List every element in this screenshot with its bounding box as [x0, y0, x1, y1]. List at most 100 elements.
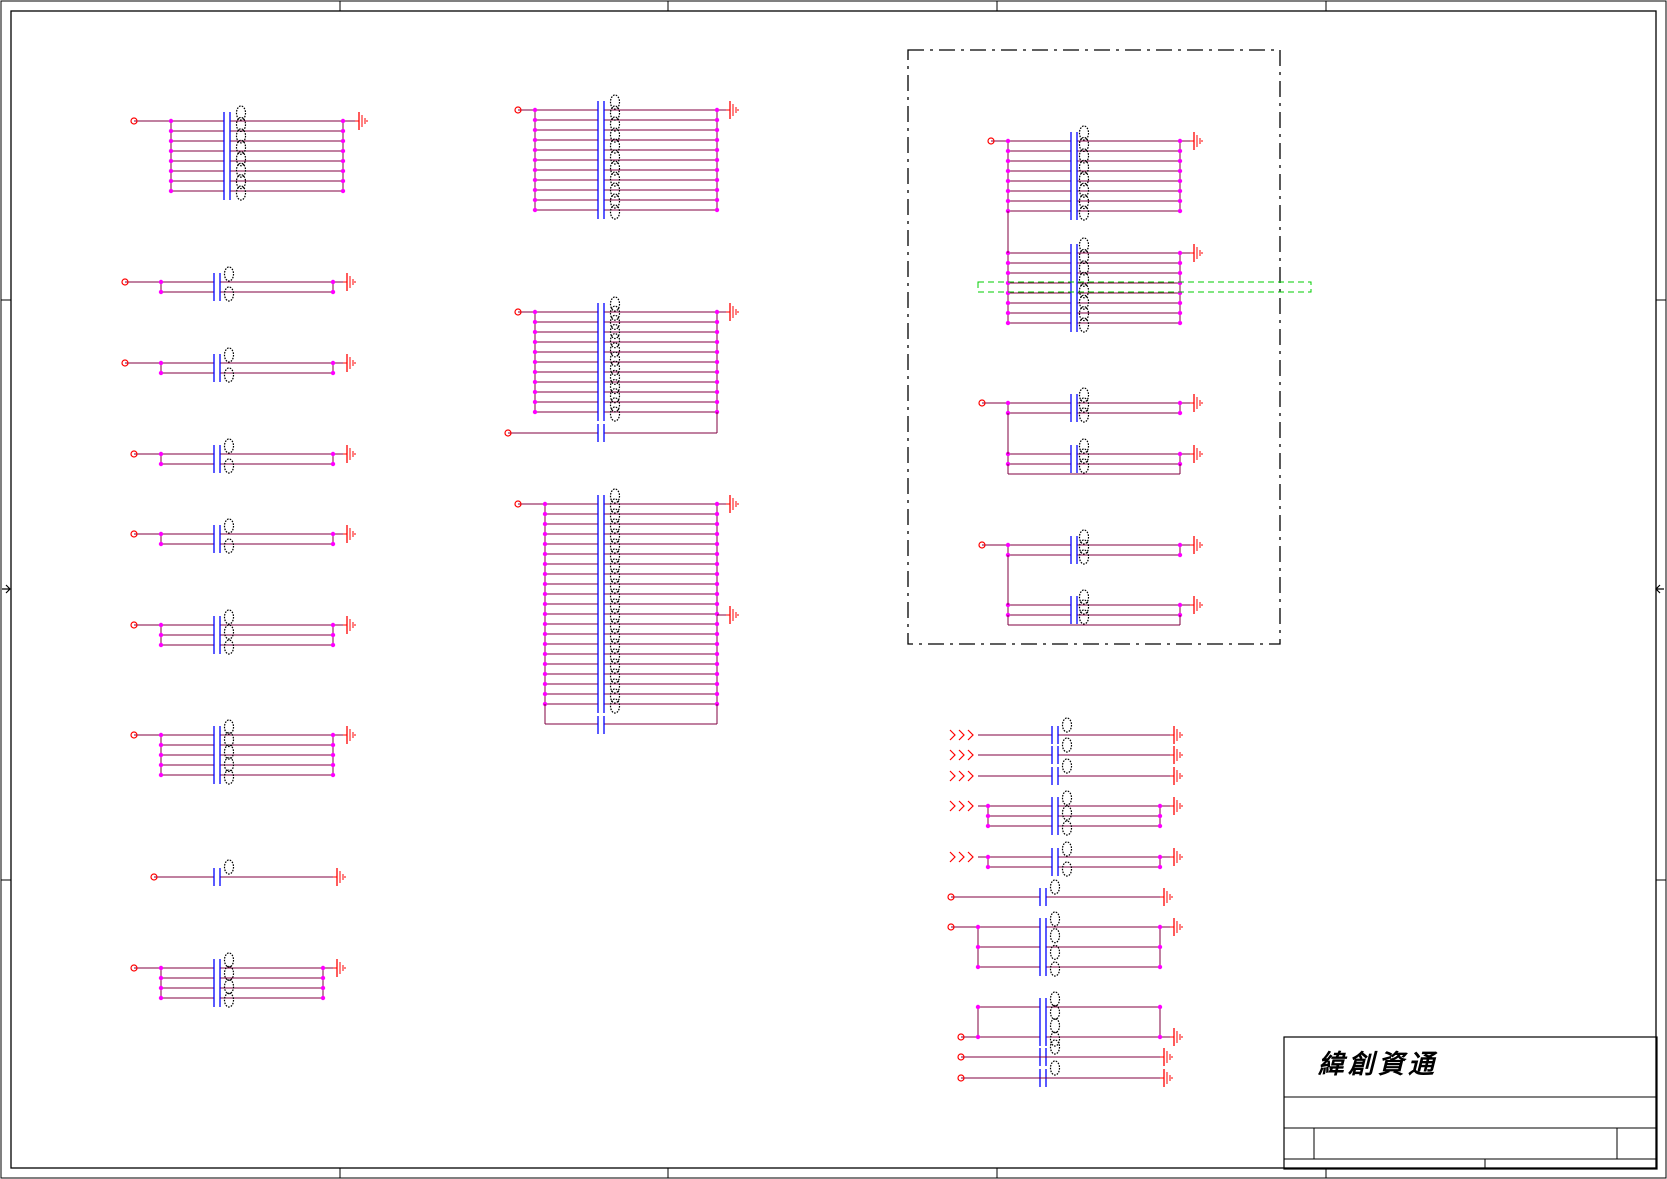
- capacitor-bank[interactable]: [949, 841, 1183, 877]
- junction-dot: [330, 642, 336, 648]
- capacitor-bank[interactable]: [957, 1039, 1173, 1066]
- offpage-connector-icon[interactable]: [949, 729, 974, 741]
- ground-icon: [726, 101, 739, 119]
- capacitor-bank[interactable]: [947, 911, 1183, 977]
- junction-dot: [542, 591, 548, 597]
- capacitor-bank[interactable]: [514, 94, 739, 220]
- junction-dot: [340, 158, 346, 164]
- junction-dot: [158, 772, 164, 778]
- junction-dot: [168, 188, 174, 194]
- junction-dot: [1157, 854, 1163, 860]
- capacitor-bank[interactable]: [130, 105, 368, 201]
- junction-dot: [330, 622, 336, 628]
- junction-dot: [532, 167, 538, 173]
- capacitor-bank[interactable]: [504, 296, 739, 442]
- capacitor-bank[interactable]: [987, 125, 1203, 221]
- junction-dot: [1005, 198, 1011, 204]
- junction-dot: [158, 752, 164, 758]
- offpage-connector-icon[interactable]: [949, 851, 974, 863]
- junction-dot: [714, 621, 720, 627]
- junction-dot: [158, 461, 164, 467]
- part-label: [1049, 991, 1061, 1007]
- capacitor-bank[interactable]: [121, 266, 356, 302]
- capacitor-bank[interactable]: [1005, 555, 1203, 626]
- ground-icon: [1190, 596, 1203, 614]
- junction-dot: [714, 319, 720, 325]
- junction-dot: [330, 289, 336, 295]
- ground-icon: [726, 495, 739, 513]
- title-block: 緯創資通: [1283, 1036, 1658, 1170]
- junction-dot: [1005, 300, 1011, 306]
- part-label: [609, 698, 621, 714]
- capacitor-bank[interactable]: [949, 737, 1183, 764]
- capacitor-bank[interactable]: [978, 387, 1203, 423]
- junction-dot: [1177, 410, 1183, 416]
- capacitor-bank[interactable]: [130, 518, 356, 554]
- ground-icon: [333, 959, 346, 977]
- junction-dot: [714, 309, 720, 315]
- capacitor-bank[interactable]: [121, 347, 356, 383]
- part-label: [223, 286, 235, 302]
- ground-icon: [343, 525, 356, 543]
- junction-dot: [975, 964, 981, 970]
- capacitor-bank[interactable]: [130, 719, 356, 785]
- junction-dot: [168, 178, 174, 184]
- junction-dot: [340, 178, 346, 184]
- capacitor-bank[interactable]: [947, 879, 1173, 906]
- capacitor-bank[interactable]: [957, 1060, 1173, 1087]
- junction-dot: [532, 379, 538, 385]
- junction-dot: [1177, 310, 1183, 316]
- junction-dot: [714, 389, 720, 395]
- capacitor-bank[interactable]: [957, 991, 1183, 1047]
- part-label: [1078, 549, 1090, 565]
- part-label: [1061, 841, 1073, 857]
- junction-dot: [542, 671, 548, 677]
- ground-icon: [1160, 1048, 1173, 1066]
- part-label: [1078, 609, 1090, 625]
- junction-dot: [542, 691, 548, 697]
- part-label: [1049, 1031, 1061, 1047]
- junction-dot: [542, 651, 548, 657]
- junction-dot: [330, 752, 336, 758]
- offpage-connector-icon[interactable]: [949, 749, 974, 761]
- junction-dot: [340, 188, 346, 194]
- ground-icon: [343, 616, 356, 634]
- part-label: [235, 105, 247, 121]
- junction-dot: [985, 864, 991, 870]
- junction-dot: [1177, 300, 1183, 306]
- ground-icon: [343, 354, 356, 372]
- junction-dot: [158, 451, 164, 457]
- capacitor-bank[interactable]: [949, 790, 1183, 836]
- ground-icon: [1190, 445, 1203, 463]
- junction-dot: [1177, 270, 1183, 276]
- capacitor-bank[interactable]: [978, 529, 1203, 565]
- ground-icon: [343, 726, 356, 744]
- capacitor-bank[interactable]: [514, 488, 739, 734]
- capacitor-bank[interactable]: [1005, 211, 1203, 333]
- part-label: [609, 160, 621, 176]
- offpage-connector-icon[interactable]: [949, 800, 974, 812]
- part-label: [1049, 961, 1061, 977]
- capacitor-bank[interactable]: [1005, 413, 1203, 475]
- capacitor-bank[interactable]: [949, 717, 1183, 744]
- part-label: [1078, 407, 1090, 423]
- junction-dot: [158, 762, 164, 768]
- junction-dot: [1005, 270, 1011, 276]
- capacitor-bank[interactable]: [130, 438, 356, 474]
- capacitor-bank[interactable]: [130, 952, 346, 1008]
- ground-icon: [1160, 1069, 1173, 1087]
- decoupling-capacitor-groups: [121, 94, 1203, 1087]
- junction-dot: [330, 762, 336, 768]
- junction-dot: [158, 742, 164, 748]
- capacitor-bank[interactable]: [150, 859, 346, 886]
- junction-dot: [714, 571, 720, 577]
- junction-dot: [1177, 451, 1183, 457]
- junction-dot: [320, 985, 326, 991]
- junction-dot: [532, 137, 538, 143]
- offpage-connector-icon[interactable]: [949, 770, 974, 782]
- capacitor-bank[interactable]: [130, 609, 356, 655]
- junction-dot: [714, 641, 720, 647]
- junction-dot: [1177, 260, 1183, 266]
- ground-icon: [1170, 746, 1183, 764]
- capacitor-bank[interactable]: [949, 758, 1183, 785]
